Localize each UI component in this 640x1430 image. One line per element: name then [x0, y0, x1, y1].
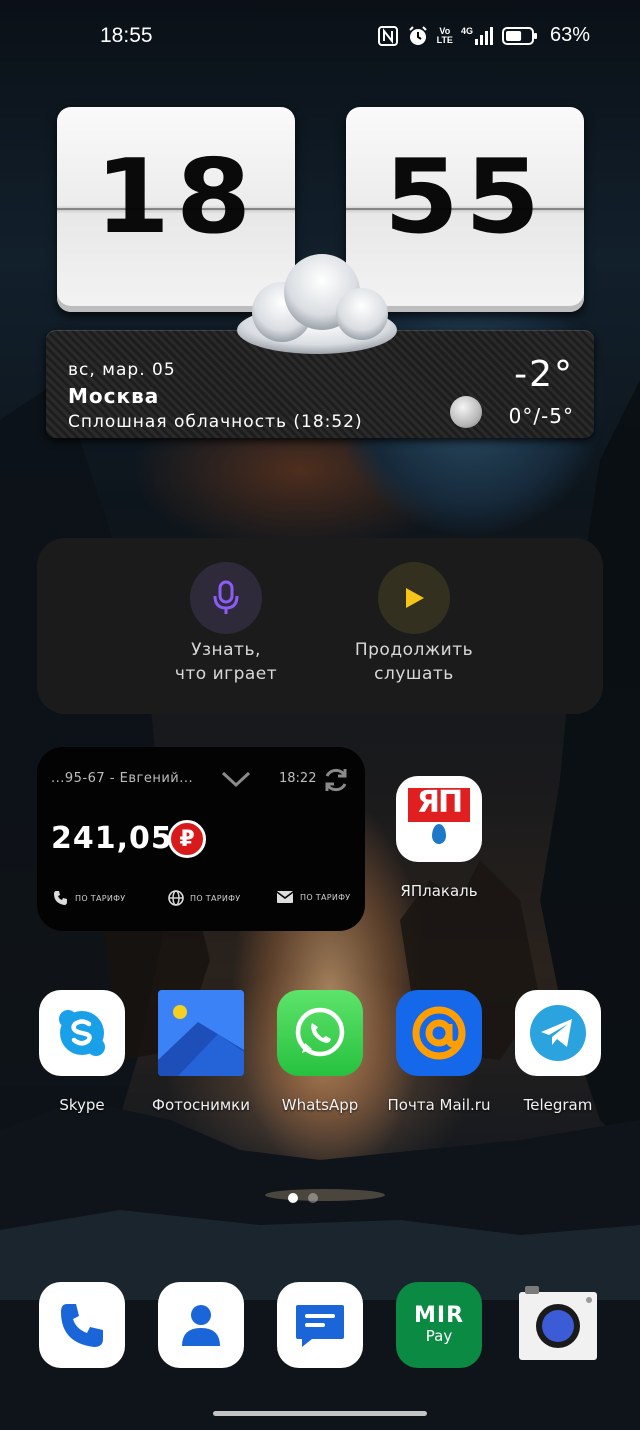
phone-icon: [61, 1304, 103, 1347]
balance-widget[interactable]: ...95-67 - Евгений... 18:22 241,05 ₽ ПО …: [37, 747, 365, 931]
app-label: WhatsApp: [281, 1096, 359, 1114]
app-label: Skype: [59, 1096, 105, 1114]
battery-percent: 63%: [549, 24, 590, 46]
weather-temperature: -2°: [514, 354, 574, 395]
gesture-nav-handle[interactable]: [213, 1411, 427, 1416]
network-type: 4G: [460, 25, 473, 36]
status-bar: 18:55 Vo LTE 4G 63%: [0, 0, 640, 72]
dock-phone[interactable]: [39, 1282, 125, 1368]
play-icon: [406, 588, 424, 608]
flip-seam: [57, 208, 295, 210]
status-time: 18:55: [100, 24, 153, 47]
page-indicator[interactable]: [288, 1193, 318, 1203]
app-whatsapp[interactable]: WhatsApp: [265, 990, 375, 1114]
skype-icon: [39, 990, 125, 1076]
mir-pay-logo: MIR: [413, 1303, 465, 1328]
cloud-icon: [237, 254, 397, 354]
app-mailru[interactable]: Почта Mail.ru: [384, 990, 494, 1114]
phone-icon: [54, 891, 67, 905]
mailru-icon: [396, 990, 482, 1076]
app-label: Telegram: [523, 1096, 593, 1114]
flip-seam: [346, 208, 584, 210]
yaplakal-icon: ЯП: [396, 776, 482, 862]
photos-icon: [158, 990, 244, 1076]
alarm-icon: [407, 25, 429, 47]
mir-pay-label: Pay: [425, 1327, 453, 1345]
app-photos[interactable]: Фотоснимки: [146, 990, 256, 1114]
app-yaplakal[interactable]: ЯП ЯПлакаль: [384, 776, 494, 900]
volte-icon: Vo LTE: [436, 25, 453, 45]
page-dot-active[interactable]: [288, 1193, 298, 1203]
dock-contacts[interactable]: [158, 1282, 244, 1368]
clock-hours: 18: [94, 138, 258, 257]
camera-icon: [519, 1286, 597, 1360]
continue-listening-label: Продолжить слушать: [354, 640, 474, 684]
recognize-music-label: Узнать, что играет: [174, 640, 278, 684]
music-recognition-widget: Узнать, что играет Продолжить слушать: [37, 538, 603, 714]
internet-tariff: ПО ТАРИФУ: [168, 890, 241, 906]
dock-messages[interactable]: [277, 1282, 363, 1368]
calls-tariff: ПО ТАРИФУ: [53, 890, 126, 906]
app-label: ЯПлакаль: [400, 882, 478, 900]
app-skype[interactable]: Skype: [27, 990, 137, 1114]
clock-minutes: 55: [383, 138, 547, 257]
weather-city: Москва: [68, 384, 160, 408]
telegram-icon: [515, 990, 601, 1076]
microphone-icon: [213, 580, 239, 614]
page-dot[interactable]: [308, 1193, 318, 1203]
continue-listening-button[interactable]: [378, 562, 450, 634]
weather-description: Сплошная облачность (18:52): [68, 412, 363, 432]
account-name: ...95-67 - Евгений...: [51, 771, 194, 786]
weather-range: 0°/-5°: [508, 404, 574, 428]
app-label: Почта Mail.ru: [387, 1096, 491, 1114]
recognize-music-button[interactable]: [190, 562, 262, 634]
chevron-down-icon[interactable]: [220, 769, 252, 789]
battery-icon: [501, 26, 538, 46]
dock-camera[interactable]: [515, 1282, 601, 1368]
globe-icon: [168, 890, 184, 906]
moon-icon: [450, 396, 482, 428]
app-telegram[interactable]: Telegram: [503, 990, 613, 1114]
dock-mir-pay[interactable]: MIR Pay: [396, 1282, 482, 1368]
contacts-icon: [182, 1305, 220, 1346]
weather-date: вс, мар. 05: [68, 360, 176, 380]
app-label: Фотоснимки: [152, 1096, 250, 1114]
signal-icon: 4G: [461, 26, 494, 46]
refresh-icon[interactable]: [321, 765, 351, 795]
whatsapp-icon: [277, 990, 363, 1076]
nfc-icon: [377, 25, 399, 47]
status-icons: Vo LTE 4G 63%: [377, 24, 590, 47]
balance-amount: 241,05: [51, 821, 173, 856]
balance-updated-time: 18:22: [279, 771, 317, 786]
sms-tariff: ПО ТАРИФУ: [276, 890, 351, 904]
envelope-icon: [276, 891, 294, 903]
ruble-icon: ₽: [168, 820, 206, 858]
messages-icon: [296, 1305, 344, 1347]
